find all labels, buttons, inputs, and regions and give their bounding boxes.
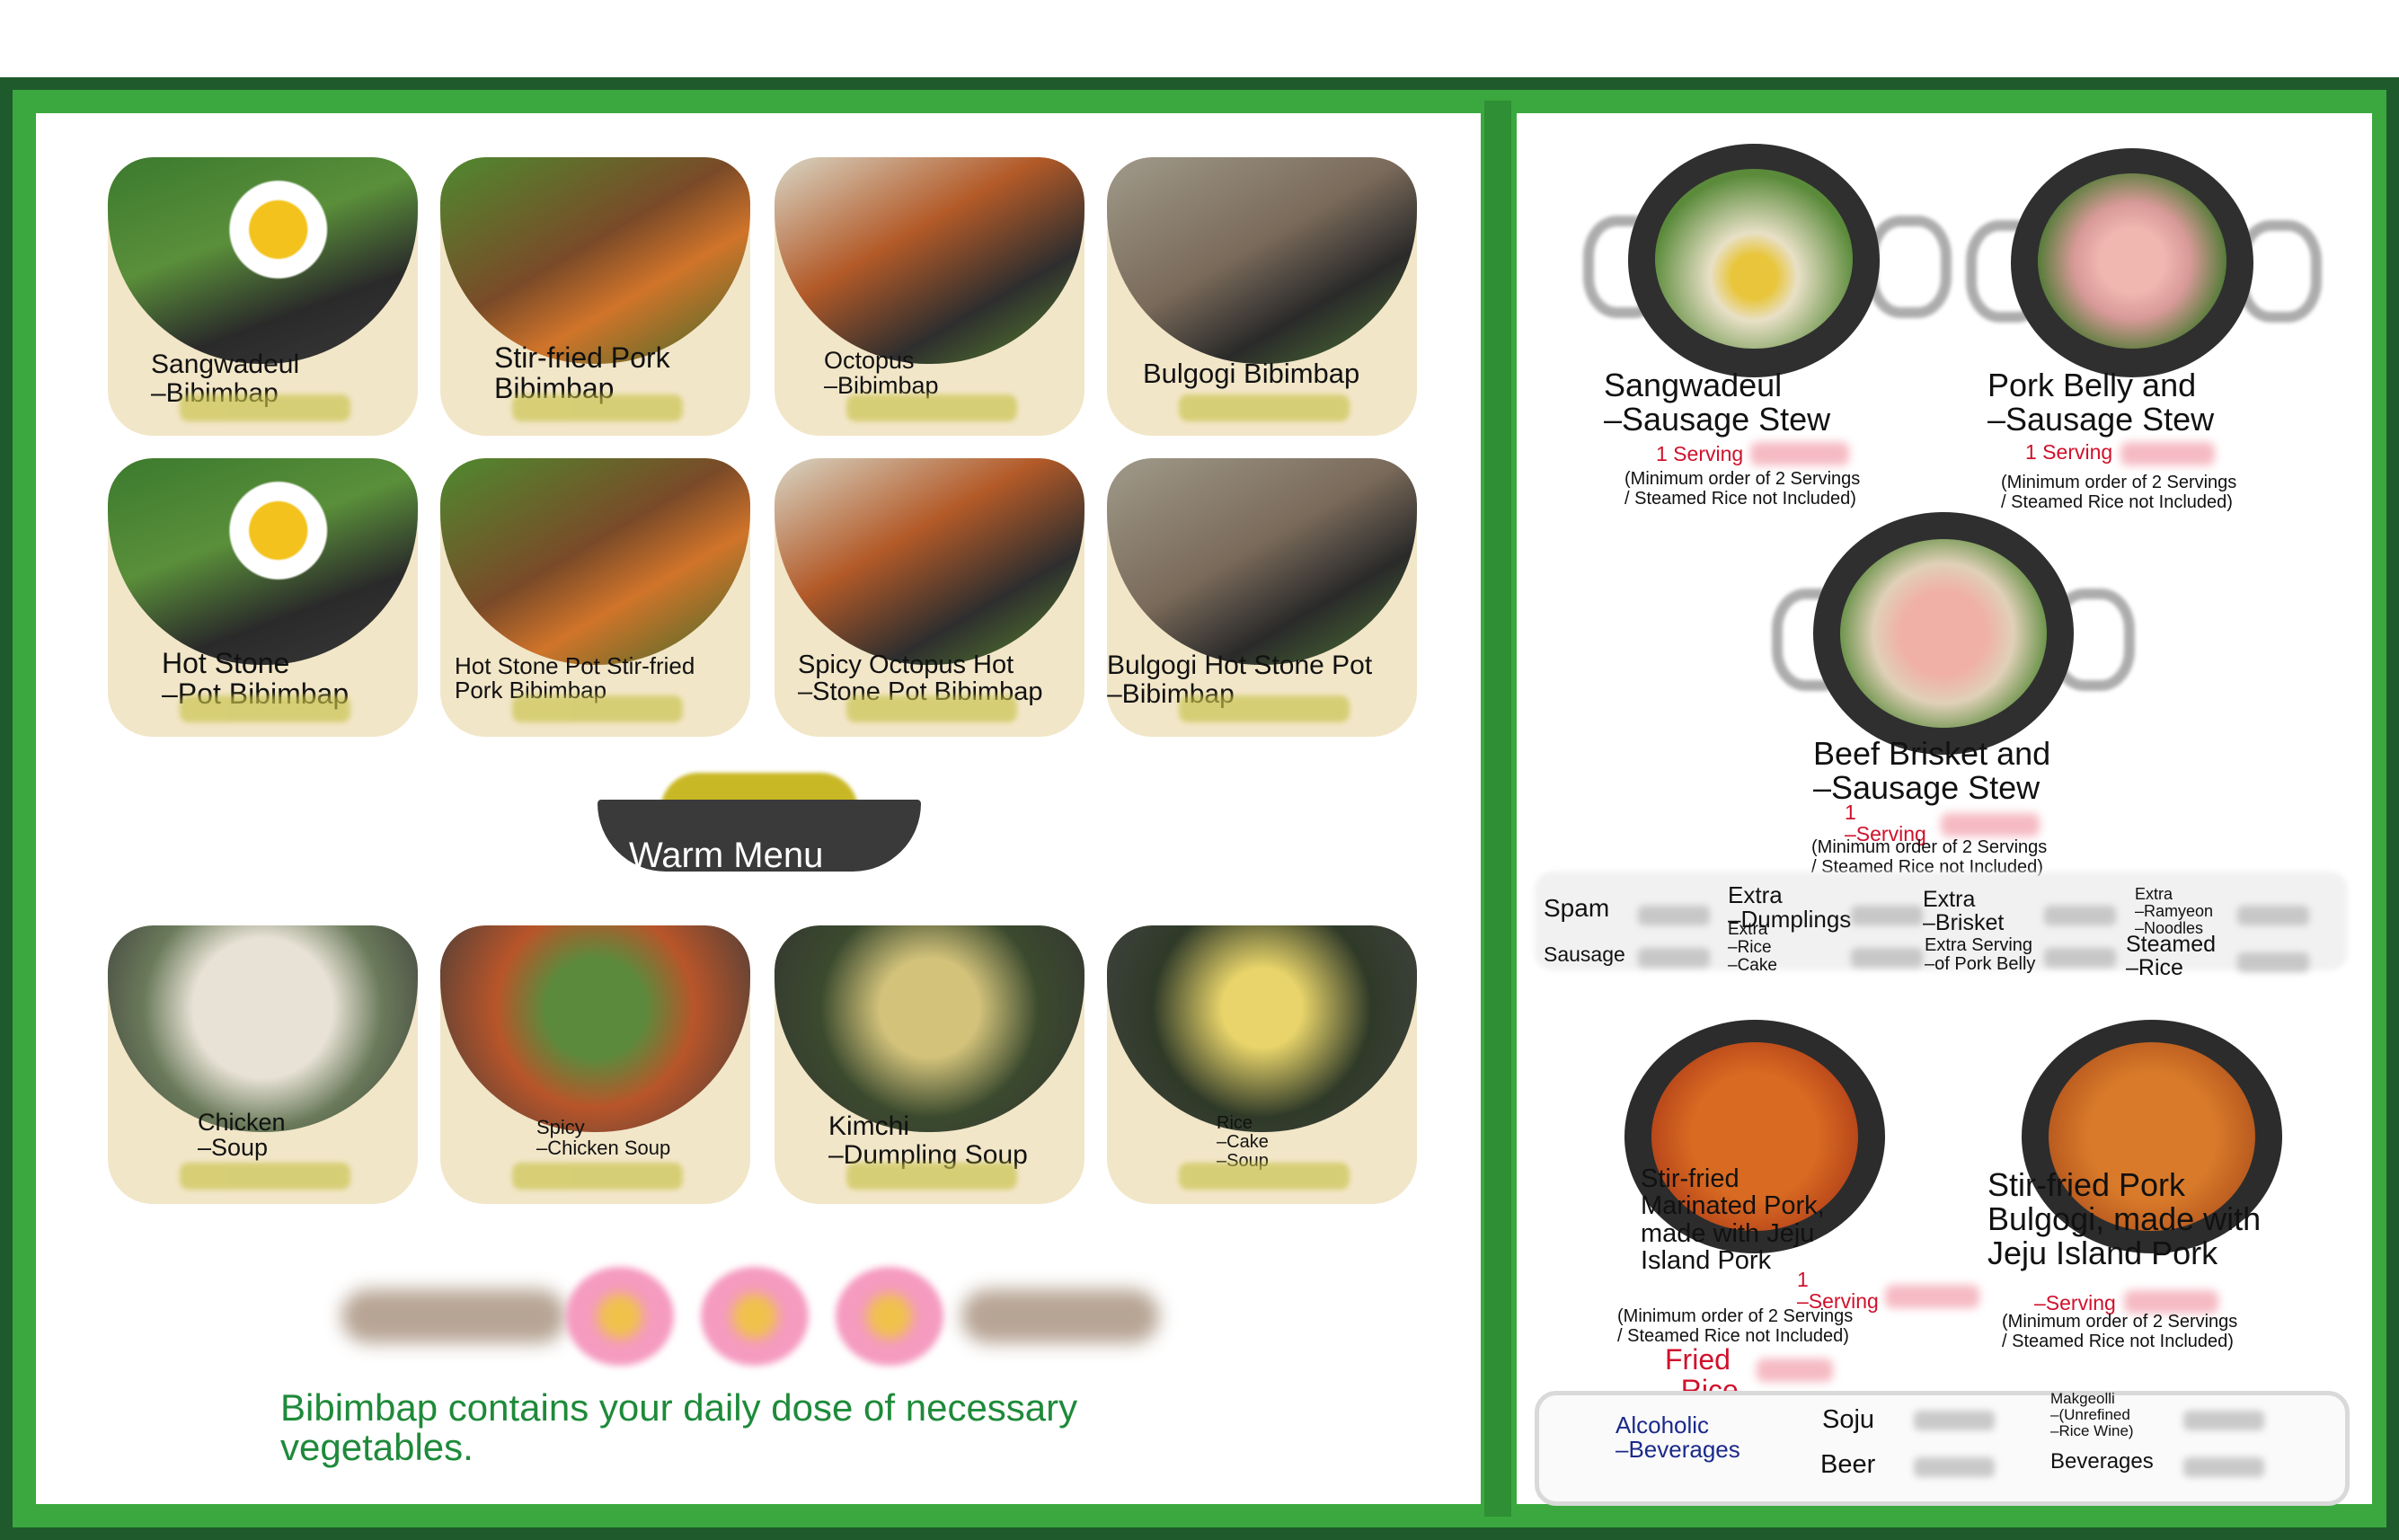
stir-fried-pork-name: Stir-fried Marinated Pork, made with Jej… (1641, 1164, 1825, 1276)
bibimbap-tagline: Bibimbap contains your daily dose of nec… (280, 1386, 1078, 1469)
stir-fried-bulgogi-note: (Minimum order of 2 Servings / Steamed R… (2002, 1312, 2238, 1352)
dish-tile-hot-stone-pot-stir-fried-pork[interactable]: Hot Stone Pot Stir-fried Pork Bibimbap (440, 458, 750, 737)
stir-fried-bulgogi-serving: –Serving (2034, 1291, 2116, 1314)
stew-note: (Minimum order of 2 Servings / Steamed R… (1624, 469, 1861, 509)
price-blurred (2237, 906, 2309, 925)
dish-tile-hot-stone-pot-bibimbap[interactable]: Hot Stone –Pot Bibimbap (108, 458, 418, 737)
stew-price-blurred (1750, 442, 1849, 465)
dish-photo (108, 925, 418, 1132)
extra-spam-label: Spam (1544, 894, 1610, 922)
soju-price-blurred (1914, 1411, 1995, 1430)
stew-price-blurred (2120, 442, 2215, 465)
dish-price-blurred (512, 695, 683, 722)
stew-serving: 1 Serving (1656, 442, 1744, 465)
pink-circle-2 (701, 1267, 809, 1366)
dish-price-blurred (180, 394, 350, 421)
makgeolli-price-blurred (2183, 1411, 2264, 1430)
price-blurred (2044, 948, 2116, 968)
beverages-label: Beverages (2050, 1449, 2154, 1474)
dish-photo (440, 157, 750, 364)
extra-steamed-rice-label: Steamed –Rice (2126, 932, 2217, 981)
extra-rice-cake-label: Extra –Rice –Cake (1728, 920, 1777, 975)
stir-fried-pork-price-blurred (1885, 1285, 1979, 1308)
stew-name: Beef Brisket and –Sausage Stew (1813, 735, 2051, 806)
panel-divider (1484, 101, 1511, 1517)
dish-name: Bulgogi Bibimbap (1143, 358, 1360, 389)
dish-price-blurred (1179, 394, 1350, 421)
stir-fried-bulgogi-price-blurred (2124, 1290, 2218, 1314)
dish-photo (108, 157, 418, 364)
price-blurred (2044, 906, 2116, 925)
soju-label: Soju (1822, 1405, 1875, 1434)
dish-photo (1107, 925, 1417, 1132)
dish-name: Chicken –Soup (198, 1109, 286, 1162)
dish-photo (440, 925, 750, 1132)
warm-menu-label: Warm Menu (629, 836, 824, 875)
dish-name: Spicy –Chicken Soup (536, 1116, 671, 1160)
dish-price-blurred (180, 1163, 350, 1190)
price-blurred (1638, 906, 1710, 925)
stir-fried-bulgogi-name: Stir-fried Pork Bulgogi, made with Jeju … (1987, 1166, 2262, 1271)
dish-tile-octopus-bibimbap[interactable]: Octopus –Bibimbap (775, 157, 1084, 436)
extra-sausage-label: Sausage (1544, 943, 1625, 966)
price-blurred (1851, 906, 1923, 925)
price-blurred (1638, 948, 1710, 968)
dish-tile-kimchi-dumpling-soup[interactable]: Kimchi –Dumpling Soup (775, 925, 1084, 1204)
beverages-price-blurred (2183, 1457, 2264, 1477)
dish-photo (775, 458, 1084, 665)
price-blurred (1851, 948, 1923, 968)
dish-tile-bulgogi-bibimbap[interactable]: Bulgogi Bibimbap (1107, 157, 1417, 436)
stew-contents (2038, 173, 2226, 349)
dish-tile-stir-fried-pork-bibimbap[interactable]: Stir-fried Pork Bibimbap (440, 157, 750, 436)
stew-contents (1840, 539, 2047, 728)
dish-photo (1107, 157, 1417, 364)
stew-name: Pork Belly and –Sausage Stew (1987, 367, 2215, 438)
dish-price-blurred (846, 394, 1017, 421)
dish-price-blurred (846, 1163, 1017, 1190)
dish-photo (1107, 458, 1417, 665)
dish-price-blurred (512, 1163, 683, 1190)
dish-price-blurred (846, 695, 1017, 722)
dish-tile-rice-cake-soup[interactable]: Rice –Cake –Soup (1107, 925, 1417, 1204)
dish-photo (440, 458, 750, 665)
brush-lettering-left (341, 1289, 566, 1343)
dish-photo (775, 157, 1084, 364)
dish-price-blurred (512, 394, 683, 421)
dish-name: Octopus –Bibimbap (824, 347, 939, 400)
dish-name: Kimchi –Dumpling Soup (828, 1111, 1028, 1170)
pot-handle (1867, 216, 1952, 318)
dish-photo (108, 458, 418, 665)
pink-circle-1 (566, 1267, 674, 1366)
extra-pork-belly-label: Extra Serving –of Pork Belly (1925, 935, 2036, 974)
beer-label: Beer (1820, 1450, 1876, 1479)
brush-lettering-right (961, 1289, 1159, 1343)
dish-tile-chicken-soup[interactable]: Chicken –Soup (108, 925, 418, 1204)
korean-slogan-graphic (341, 1267, 1168, 1366)
dish-price-blurred (1179, 695, 1350, 722)
pink-circle-3 (836, 1267, 943, 1366)
dish-tile-spicy-chicken-soup[interactable]: Spicy –Chicken Soup (440, 925, 750, 1204)
dish-price-blurred (1179, 1163, 1350, 1190)
price-blurred (2237, 952, 2309, 972)
dish-tile-bulgogi-hot-stone-pot[interactable]: Bulgogi Hot Stone Pot –Bibimbap (1107, 458, 1417, 737)
fried-rice-price-blurred (1757, 1359, 1833, 1382)
dish-tile-sangwadeul-bibimbap[interactable]: Sangwadeul –Bibimbap (108, 157, 418, 436)
stew-pot-photo-pork-belly (2011, 148, 2253, 377)
dish-price-blurred (180, 695, 350, 722)
stew-contents (1655, 169, 1853, 349)
stir-fried-pork-note: (Minimum order of 2 Servings / Steamed R… (1617, 1306, 1854, 1347)
extra-ramyeon-label: Extra –Ramyeon –Noodles (2135, 885, 2214, 937)
dish-photo (775, 925, 1084, 1132)
makgeolli-label: Makgeolli –(Unrefined –Rice Wine) (2050, 1390, 2134, 1439)
stew-name: Sangwadeul –Sausage Stew (1604, 367, 1831, 438)
stew-serving: 1 Serving (2025, 440, 2113, 464)
dish-tile-spicy-octopus-hot-stone[interactable]: Spicy Octopus Hot –Stone Pot Bibimbap (775, 458, 1084, 737)
alcoholic-beverages-label: Alcoholic –Beverages (1616, 1412, 1740, 1464)
stew-note: (Minimum order of 2 Servings / Steamed R… (2001, 473, 2237, 513)
beer-price-blurred (1914, 1457, 1995, 1477)
stew-pot-photo-beef-brisket (1813, 512, 2074, 755)
stew-pot-photo-sangwadeul (1628, 144, 1880, 377)
extra-brisket-label: Extra –Brisket (1923, 887, 2005, 936)
stew-price-blurred (1941, 813, 2040, 836)
